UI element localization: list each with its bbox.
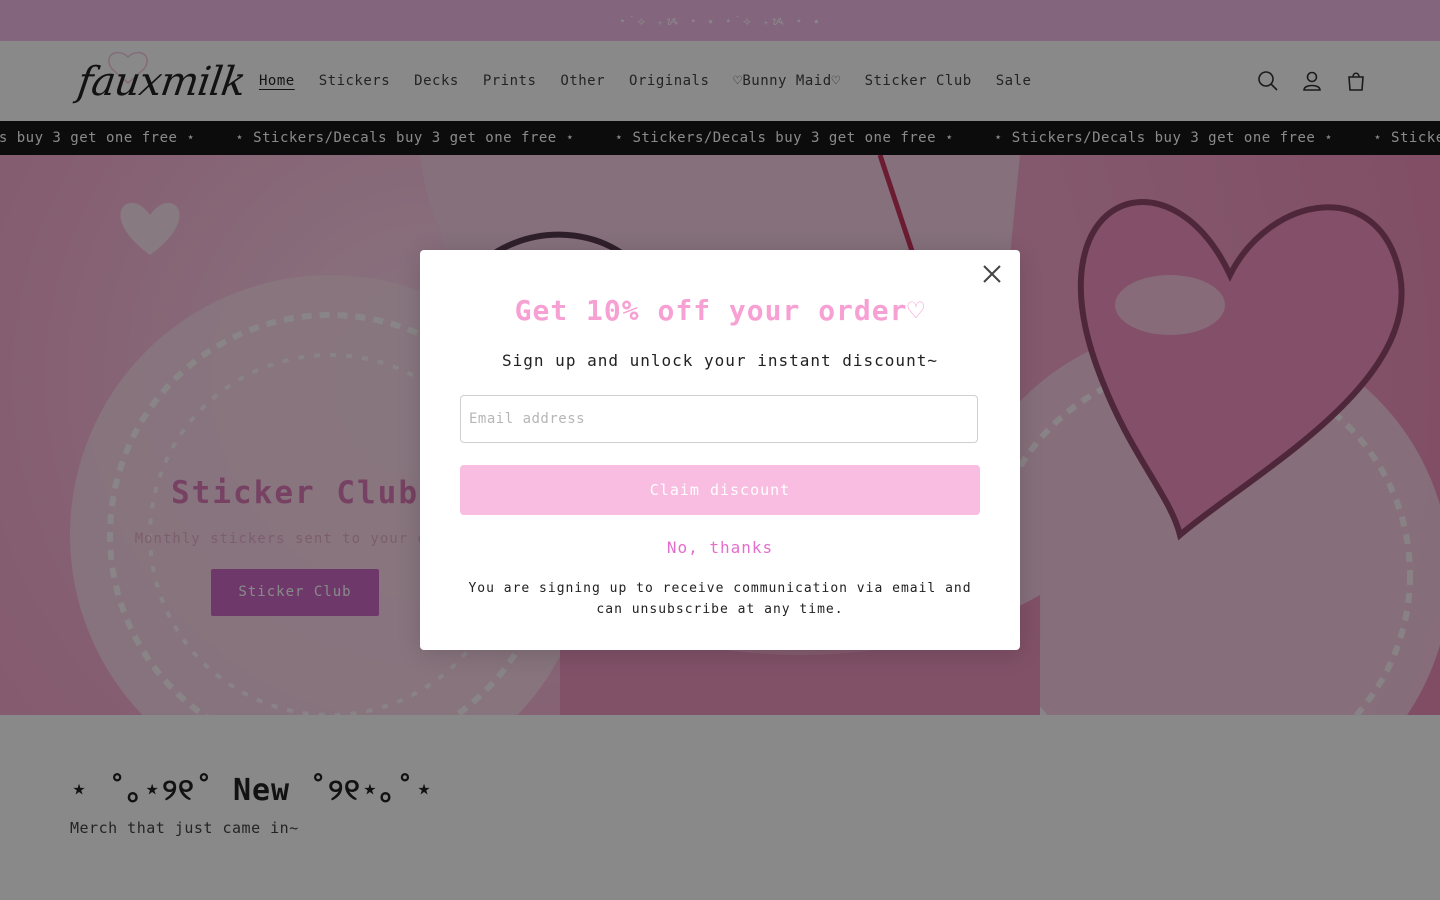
popup-disclaimer: You are signing up to receive communicat…: [468, 581, 972, 617]
close-icon: [983, 265, 1001, 283]
popup-title: Get 10% off your order♡: [514, 294, 926, 327]
discount-popup: Get 10% off your order♡ Sign up and unlo…: [420, 250, 1020, 650]
email-field[interactable]: [460, 395, 978, 443]
popup-subtitle: Sign up and unlock your instant discount…: [502, 351, 938, 370]
claim-discount-button[interactable]: Claim discount: [460, 465, 980, 515]
no-thanks-link[interactable]: No, thanks: [420, 538, 1020, 557]
close-button[interactable]: [978, 260, 1006, 288]
